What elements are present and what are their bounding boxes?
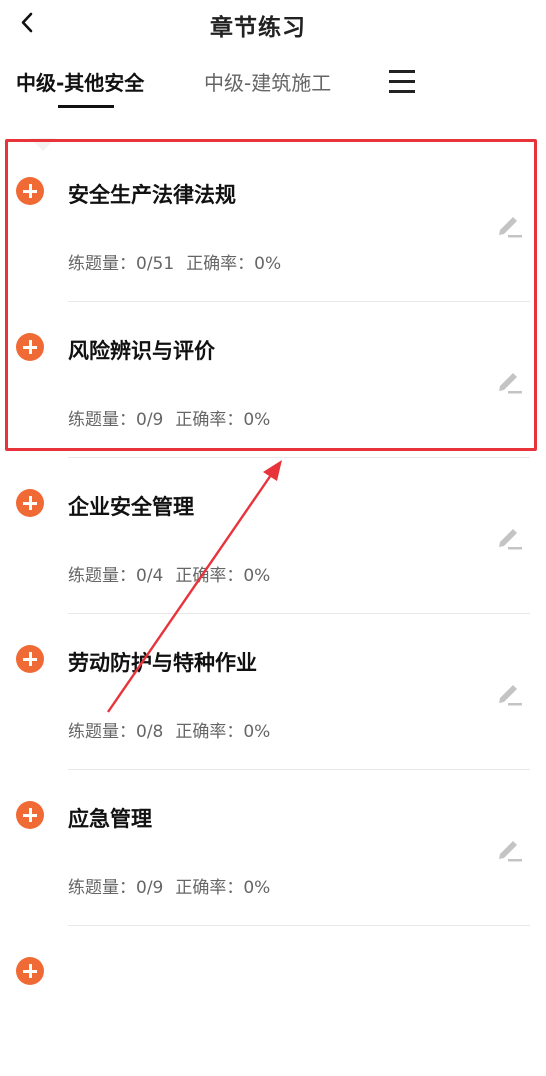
- accuracy-rate: 正确率：0%: [175, 410, 271, 430]
- practice-count: 练题量：0/9: [68, 410, 164, 430]
- plus-circle-icon[interactable]: [16, 801, 44, 829]
- list-item[interactable]: 应急管理 练题量：0/9 正确率：0%: [0, 764, 546, 926]
- chapter-stats: 练题量：0/51 正确率：0%: [68, 249, 281, 274]
- plus-circle-icon[interactable]: [16, 645, 44, 673]
- active-tab-indicator: [58, 105, 114, 108]
- accuracy-rate: 正确率：0%: [175, 722, 271, 742]
- chapter-stats: 练题量：0/9 正确率：0%: [68, 405, 270, 430]
- hamburger-menu-icon: [389, 70, 415, 73]
- tab-other-safety[interactable]: 中级-其他安全: [16, 67, 144, 96]
- chapter-stats: 练题量：0/9 正确率：0%: [68, 873, 270, 898]
- chapter-title: 风险辨识与评价: [68, 339, 215, 363]
- accuracy-rate: 正确率：0%: [175, 878, 271, 898]
- menu-button[interactable]: [389, 69, 415, 93]
- practice-count: 练题量：0/4: [68, 566, 164, 586]
- chapter-title: 企业安全管理: [68, 495, 194, 519]
- accuracy-rate: 正确率：0%: [186, 254, 282, 274]
- practice-count: 练题量：0/8: [68, 722, 164, 742]
- chapter-stats: 练题量：0/8 正确率：0%: [68, 717, 270, 742]
- chapter-title: 安全生产法律法规: [68, 183, 236, 207]
- accuracy-rate: 正确率：0%: [175, 566, 271, 586]
- list-item[interactable]: 风险辨识与评价 练题量：0/9 正确率：0%: [0, 296, 546, 458]
- pencil-edit-icon[interactable]: [494, 677, 524, 707]
- header-bar: 章节练习: [0, 0, 546, 50]
- practice-count: 练题量：0/51: [68, 254, 175, 274]
- page-title: 章节练习: [210, 15, 306, 41]
- plus-circle-icon[interactable]: [16, 177, 44, 205]
- tab-construction[interactable]: 中级-建筑施工: [204, 67, 331, 96]
- tab-bar: 中级-其他安全 中级-建筑施工: [0, 55, 546, 115]
- list-item[interactable]: 劳动防护与特种作业 练题量：0/8 正确率：0%: [0, 608, 546, 770]
- plus-circle-icon[interactable]: [16, 957, 44, 985]
- chapter-title: 劳动防护与特种作业: [68, 651, 257, 675]
- list-item-partial[interactable]: [0, 920, 546, 1076]
- list-item[interactable]: 企业安全管理 练题量：0/4 正确率：0%: [0, 452, 546, 614]
- pencil-edit-icon[interactable]: [494, 209, 524, 239]
- pencil-edit-icon[interactable]: [494, 521, 524, 551]
- plus-circle-icon[interactable]: [16, 489, 44, 517]
- chapter-title: 应急管理: [68, 807, 152, 831]
- chapter-stats: 练题量：0/4 正确率：0%: [68, 561, 270, 586]
- list-item[interactable]: 安全生产法律法规 练题量：0/51 正确率：0%: [0, 140, 546, 302]
- plus-circle-icon[interactable]: [16, 333, 44, 361]
- practice-count: 练题量：0/9: [68, 878, 164, 898]
- pencil-edit-icon[interactable]: [494, 365, 524, 395]
- pencil-edit-icon[interactable]: [494, 833, 524, 863]
